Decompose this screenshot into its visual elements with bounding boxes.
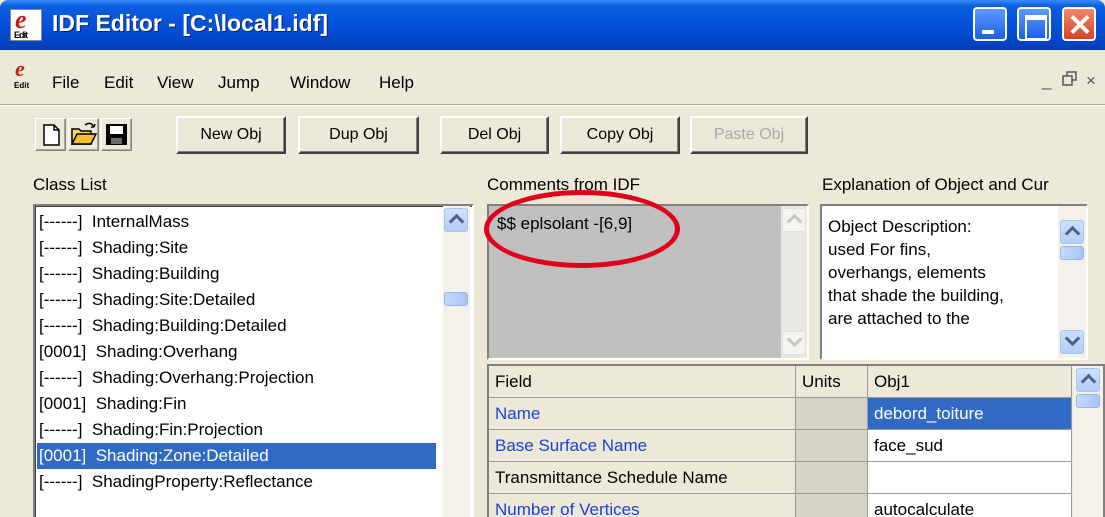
grid-header-obj1: Obj1 xyxy=(868,366,1072,398)
field-name-label[interactable]: Transmittance Schedule Name xyxy=(489,462,796,494)
field-units-cell[interactable] xyxy=(796,494,868,517)
save-disk-icon xyxy=(106,124,127,145)
document-menu-icon[interactable]: e Edit xyxy=(14,56,40,90)
class-list-item[interactable]: [------] Shading:Building:Detailed xyxy=(39,313,287,339)
grid-scrollbar[interactable] xyxy=(1073,366,1103,517)
scroll-down-arrow-icon[interactable] xyxy=(1060,330,1084,354)
explanation-line: Object Description: xyxy=(828,217,972,236)
title-bar[interactable]: e Edit IDF Editor - [C:\local1.idf] xyxy=(0,0,1105,50)
menu-logo-sub: Edit xyxy=(14,81,30,90)
class-list-item-selected[interactable]: [0001] Shading:Zone:Detailed xyxy=(37,443,436,469)
comments-scrollbar[interactable] xyxy=(781,206,807,358)
restore-icon xyxy=(1062,71,1077,86)
class-list-item[interactable]: [------] Shading:Site:Detailed xyxy=(39,287,255,313)
class-list-item[interactable]: [------] Shading:Overhang:Projection xyxy=(39,365,314,391)
scroll-up-arrow-icon[interactable] xyxy=(1076,368,1100,392)
explanation-line: that shade the building, xyxy=(828,286,1004,305)
class-list-item[interactable]: [------] InternalMass xyxy=(39,209,189,235)
open-file-button[interactable] xyxy=(68,118,99,151)
class-list-item[interactable]: [0001] Shading:Overhang xyxy=(39,339,237,365)
class-list[interactable]: [------] InternalMass [------] Shading:S… xyxy=(33,204,474,517)
class-list-item[interactable]: [0001] Shading:Fin xyxy=(39,391,186,417)
class-list-item[interactable]: [------] Shading:Building xyxy=(39,261,219,287)
explanation-line: are attached to the xyxy=(828,309,970,328)
toolbar-separator xyxy=(0,104,1105,106)
maximize-button[interactable] xyxy=(1017,7,1051,41)
explanation-label: Explanation of Object and Cur xyxy=(822,175,1049,194)
field-value-cell[interactable]: debord_toiture xyxy=(868,398,1072,430)
scroll-down-arrow-icon[interactable] xyxy=(782,331,806,355)
class-list-label: Class List xyxy=(33,175,107,194)
grid-header-units: Units xyxy=(796,366,868,398)
explanation-line: overhangs, elements xyxy=(828,263,986,282)
highlight-circle xyxy=(484,190,680,268)
paste-obj-button[interactable]: Paste Obj xyxy=(690,116,808,154)
field-units-cell[interactable] xyxy=(796,398,868,430)
scroll-up-arrow-icon[interactable] xyxy=(1060,220,1084,244)
explanation-line: used For fins, xyxy=(828,240,931,259)
del-obj-button[interactable]: Del Obj xyxy=(440,116,549,154)
grid-header-field: Field xyxy=(489,366,796,398)
scroll-thumb[interactable] xyxy=(1076,394,1100,408)
field-name-label[interactable]: Name xyxy=(489,398,796,430)
explanation-text: Object Description: used For fins, overh… xyxy=(828,215,1060,330)
field-name-label[interactable]: Number of Vertices xyxy=(489,494,796,517)
class-list-item[interactable]: [------] ShadingProperty:Reflectance xyxy=(39,469,313,495)
new-obj-button[interactable]: New Obj xyxy=(176,116,286,154)
save-file-button[interactable] xyxy=(101,118,132,151)
menu-edit[interactable]: Edit xyxy=(104,73,133,93)
mdi-close-button[interactable]: × xyxy=(1086,71,1096,91)
scroll-thumb[interactable] xyxy=(1060,246,1084,260)
copy-obj-button[interactable]: Copy Obj xyxy=(560,116,680,154)
menu-logo-letter: e xyxy=(15,56,25,81)
mdi-minimize-button[interactable]: _ xyxy=(1042,71,1051,91)
field-value-cell[interactable] xyxy=(868,462,1072,494)
window-title: IDF Editor - [C:\local1.idf] xyxy=(52,10,328,36)
menu-jump[interactable]: Jump xyxy=(218,73,260,93)
class-list-item[interactable]: [------] Shading:Fin:Projection xyxy=(39,417,263,443)
field-name-label[interactable]: Base Surface Name xyxy=(489,430,796,462)
field-units-cell[interactable] xyxy=(796,430,868,462)
logo-sub: Edit xyxy=(14,30,28,40)
field-grid[interactable]: Field Units Obj1 Name debord_toiture Bas… xyxy=(487,364,1105,517)
field-value-cell[interactable]: face_sud xyxy=(868,430,1072,462)
new-file-button[interactable] xyxy=(35,118,66,151)
class-list-item[interactable]: [------] Shading:Site xyxy=(39,235,188,261)
scroll-thumb[interactable] xyxy=(444,292,468,306)
open-folder-icon xyxy=(70,122,98,145)
scroll-up-arrow-icon[interactable] xyxy=(444,208,468,232)
idf-editor-logo-icon[interactable]: e Edit xyxy=(10,5,42,41)
menu-file[interactable]: File xyxy=(52,73,79,93)
mdi-restore-button[interactable] xyxy=(1062,71,1078,92)
dup-obj-button[interactable]: Dup Obj xyxy=(298,116,419,154)
close-button[interactable] xyxy=(1062,7,1096,41)
menu-window[interactable]: Window xyxy=(290,73,350,93)
menu-view[interactable]: View xyxy=(157,73,194,93)
menu-help[interactable]: Help xyxy=(379,73,414,93)
minimize-button[interactable] xyxy=(973,7,1007,41)
explanation-box[interactable]: Object Description: used For fins, overh… xyxy=(820,204,1088,360)
field-units-cell[interactable] xyxy=(796,462,868,494)
scroll-up-arrow-icon[interactable] xyxy=(782,208,806,232)
new-file-icon xyxy=(43,124,60,146)
field-value-cell[interactable]: autocalculate xyxy=(868,494,1072,517)
explanation-scrollbar[interactable] xyxy=(1058,206,1086,358)
class-list-scrollbar[interactable] xyxy=(443,206,470,517)
